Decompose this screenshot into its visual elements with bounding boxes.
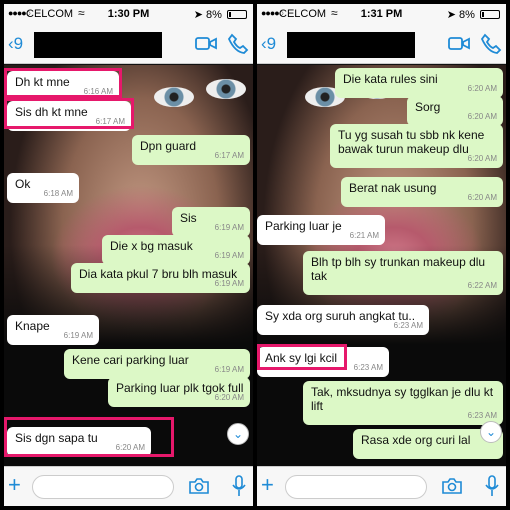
- message-text: Dia kata pkul 7 bru blh masuk: [79, 267, 238, 281]
- camera-icon[interactable]: [441, 477, 463, 495]
- status-bar: ●●●●○ CELCOM ≈ 1:31 PM ➤ 8%: [257, 4, 506, 24]
- message-text: Rasa xde org curi lal: [361, 433, 471, 447]
- message-time: 6:19 AM: [214, 365, 244, 374]
- battery-icon: [227, 10, 247, 19]
- plus-icon[interactable]: +: [261, 473, 274, 497]
- phone-call-icon[interactable]: [227, 33, 249, 55]
- message-text: Die x bg masuk: [110, 239, 193, 253]
- message-time: 6:23 AM: [393, 321, 423, 330]
- message-text: Sorg: [415, 100, 441, 114]
- battery-percent: 8%: [206, 9, 222, 21]
- message-time: 6:22 AM: [467, 281, 497, 290]
- highlight-box: [4, 68, 122, 98]
- message-time: 6:17 AM: [214, 151, 244, 160]
- message-incoming[interactable]: Parking luar je 6:21 AM: [257, 215, 385, 245]
- message-incoming[interactable]: Ok 6:18 AM: [7, 173, 79, 203]
- chevron-down-icon: ⌄: [232, 427, 244, 441]
- unread-count: 9: [266, 34, 277, 53]
- location-icon: ➤: [446, 9, 456, 21]
- highlight-box: [4, 417, 174, 457]
- message-time: 6:19 AM: [63, 331, 93, 340]
- back-button[interactable]: ‹9: [8, 34, 23, 54]
- chat-header: ‹9: [257, 24, 506, 64]
- message-time: 6:19 AM: [214, 251, 244, 260]
- message-text: Sy xda org suruh angkat tu..: [265, 309, 416, 323]
- redacted-contact-name: [34, 32, 162, 58]
- message-time: 6:20 AM: [214, 393, 244, 402]
- message-time: 6:21 AM: [349, 231, 379, 240]
- highlight-box: [4, 98, 134, 129]
- battery-icon: [480, 10, 500, 19]
- message-incoming[interactable]: Sy xda org suruh angkat tu.. 6:23 AM: [257, 305, 429, 335]
- message-outgoing[interactable]: Sorg 6:20 AM: [407, 96, 503, 126]
- message-outgoing[interactable]: Kene cari parking luar 6:19 AM: [64, 349, 250, 379]
- message-time: 6:20 AM: [467, 112, 497, 121]
- message-outgoing[interactable]: Die kata rules sini 6:20 AM: [335, 68, 503, 98]
- message-input-bar: +: [257, 466, 506, 506]
- background-photo-eye: [206, 79, 246, 99]
- message-text: Dpn guard: [140, 139, 197, 153]
- message-outgoing[interactable]: Berat nak usung 6:20 AM: [341, 177, 503, 207]
- battery-percent: 8%: [459, 9, 475, 21]
- message-text: Knape: [15, 319, 50, 333]
- scroll-down-button[interactable]: ⌄: [227, 423, 249, 445]
- message-outgoing[interactable]: Dpn guard 6:17 AM: [132, 135, 250, 165]
- message-outgoing[interactable]: Tu yg susah tu sbb nk kene bawak turun m…: [330, 124, 503, 168]
- message-time: 6:19 AM: [214, 223, 244, 232]
- video-call-icon[interactable]: [448, 36, 470, 51]
- conversation-area[interactable]: Die kata rules sini 6:20 AM Sorg 6:20 AM T…: [257, 65, 506, 466]
- message-incoming[interactable]: Knape 6:19 AM: [7, 315, 99, 345]
- conversation-area[interactable]: Dh kt mne 6:16 AM Sis dh kt mne 6:17 AM Dp…: [4, 65, 253, 466]
- message-time: 6:20 AM: [467, 193, 497, 202]
- back-button[interactable]: ‹9: [261, 34, 276, 54]
- message-time: 6:20 AM: [467, 84, 497, 93]
- message-time: 6:23 AM: [353, 363, 383, 372]
- message-outgoing[interactable]: Parking luar plk tgok full 6:20 AM: [108, 377, 250, 407]
- microphone-icon[interactable]: [232, 475, 246, 497]
- message-text: Sis: [180, 211, 197, 225]
- message-text: Tak, mksudnya sy tgglkan je dlu kt lift: [311, 385, 494, 413]
- camera-icon[interactable]: [188, 477, 210, 495]
- message-text: Kene cari parking luar: [72, 353, 189, 367]
- background-photo-eye: [154, 87, 194, 107]
- chat-screen-left: ●●●●○ CELCOM ≈ 1:30 PM ➤ 8% ‹9 Dh kt mne…: [4, 4, 253, 506]
- message-outgoing[interactable]: Sis 6:19 AM: [172, 207, 250, 237]
- message-text: Berat nak usung: [349, 181, 437, 195]
- message-text: Parking luar je: [265, 219, 342, 233]
- unread-count: 9: [13, 34, 24, 53]
- message-time: 6:20 AM: [467, 154, 497, 163]
- chat-screen-right: ●●●●○ CELCOM ≈ 1:31 PM ➤ 8% ‹9 Die kata …: [257, 4, 506, 506]
- message-input-bar: +: [4, 466, 253, 506]
- location-icon: ➤: [193, 9, 203, 21]
- highlight-box: [257, 344, 347, 370]
- message-input[interactable]: [32, 475, 174, 499]
- message-outgoing[interactable]: Tak, mksudnya sy tgglkan je dlu kt lift 6…: [303, 381, 503, 425]
- message-text: Blh tp blh sy trunkan makeup dlu tak: [311, 255, 486, 283]
- plus-icon[interactable]: +: [8, 473, 21, 497]
- message-outgoing[interactable]: Dia kata pkul 7 bru blh masuk 6:19 AM: [71, 263, 250, 293]
- status-right: ➤ 8%: [447, 8, 500, 21]
- status-right: ➤ 8%: [194, 8, 247, 21]
- redacted-contact-name: [287, 32, 415, 58]
- status-bar: ●●●●○ CELCOM ≈ 1:30 PM ➤ 8%: [4, 4, 253, 24]
- video-call-icon[interactable]: [195, 36, 217, 51]
- scroll-down-button[interactable]: ⌄: [480, 421, 502, 443]
- chevron-down-icon: ⌄: [485, 425, 497, 439]
- message-time: 6:19 AM: [214, 279, 244, 288]
- phone-call-icon[interactable]: [480, 33, 502, 55]
- chat-header: ‹9: [4, 24, 253, 64]
- message-time: 6:18 AM: [43, 189, 73, 198]
- message-text: Tu yg susah tu sbb nk kene bawak turun m…: [338, 128, 485, 156]
- message-input[interactable]: [285, 475, 427, 499]
- message-outgoing[interactable]: Die x bg masuk 6:19 AM: [102, 235, 250, 265]
- message-text: Die kata rules sini: [343, 72, 438, 86]
- message-text: Ok: [15, 177, 31, 191]
- message-outgoing[interactable]: Blh tp blh sy trunkan makeup dlu tak 6:22…: [303, 251, 503, 295]
- screenshot-collage: ●●●●○ CELCOM ≈ 1:30 PM ➤ 8% ‹9 Dh kt mne…: [0, 0, 510, 510]
- microphone-icon[interactable]: [485, 475, 499, 497]
